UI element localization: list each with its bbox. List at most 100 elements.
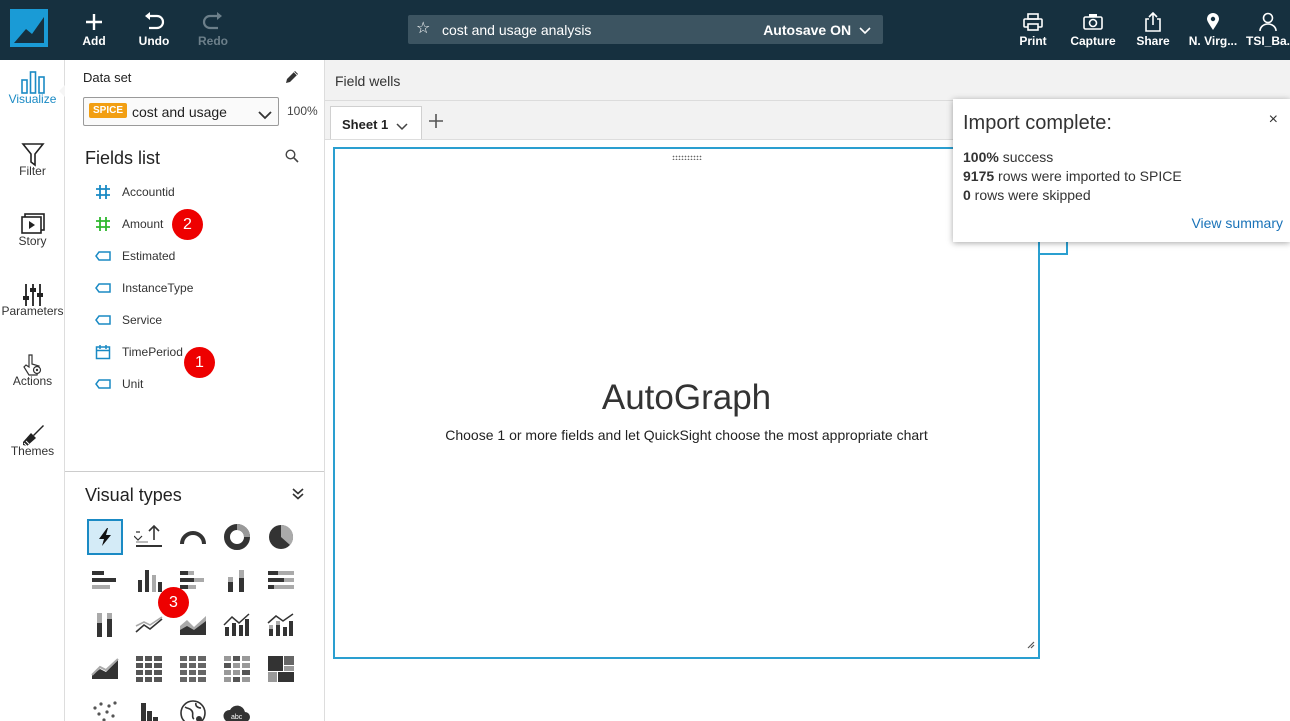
fields-list-title: Fields list (85, 148, 161, 168)
story-icon (0, 202, 65, 234)
add-label: Add (82, 34, 106, 48)
add-button[interactable]: Add (78, 8, 110, 54)
svg-text:abc: abc (231, 714, 243, 721)
nav-filter[interactable]: Filter (0, 132, 65, 198)
string-tag-icon (95, 312, 111, 331)
success-text: success (998, 149, 1054, 165)
region-button[interactable]: N. Virg... (1187, 8, 1239, 54)
visual-subtitle: Choose 1 or more fields and let QuickSig… (445, 427, 928, 443)
undo-label: Undo (138, 34, 170, 48)
nav-visualize-label: Visualize (8, 92, 57, 106)
field-name: Accountid (122, 185, 175, 199)
dataset-label: Data set (83, 70, 132, 85)
funnel-icon (0, 132, 65, 167)
nav-filter-label: Filter (19, 164, 46, 178)
nav-themes-label: Themes (10, 444, 55, 458)
field-name: Amount (122, 217, 164, 231)
field-name: TimePeriod (122, 345, 183, 359)
chevron-down-icon (859, 27, 871, 35)
string-tag-icon (95, 248, 111, 267)
tab-sheet-1[interactable]: Sheet 1 (330, 106, 422, 139)
undo-button[interactable]: Undo (136, 8, 172, 54)
scatter-icon[interactable] (87, 695, 123, 721)
toast-imported-line: 9175 rows were imported to SPICE (963, 168, 1182, 184)
string-tag-icon (95, 376, 111, 395)
success-percent: 100% (963, 149, 999, 165)
print-button[interactable]: Print (1017, 8, 1049, 54)
field-name: Estimated (122, 249, 176, 263)
add-sheet-button[interactable] (428, 111, 444, 133)
redo-icon (196, 8, 230, 34)
fields-panel: Data set SPICE cost and usage 100% Field… (65, 60, 325, 721)
user-button[interactable]: TSI_Ba... (1246, 8, 1290, 54)
print-label: Print (1019, 34, 1047, 48)
search-icon[interactable] (285, 149, 299, 168)
table-icon[interactable] (175, 651, 211, 687)
skipped-count: 0 (963, 187, 971, 203)
field-wells-label: Field wells (335, 73, 401, 89)
field-name: InstanceType (122, 281, 194, 295)
autograph-icon[interactable] (87, 519, 123, 555)
heat-map-icon[interactable] (219, 651, 255, 687)
pencil-icon[interactable] (285, 70, 299, 89)
annotation-marker-1: 1 (184, 347, 215, 378)
nav-story[interactable]: Story (0, 202, 65, 268)
capture-button[interactable]: Capture (1070, 8, 1116, 54)
gauge-icon[interactable] (175, 519, 211, 555)
combo-bar-line-icon[interactable] (219, 607, 255, 643)
tree-map-icon[interactable] (263, 651, 299, 687)
resize-grip-icon[interactable] (1026, 636, 1035, 654)
nav-parameters[interactable]: Parameters (0, 272, 65, 338)
stacked-area-icon[interactable] (87, 651, 123, 687)
calendar-icon (95, 344, 111, 363)
spice-usage-percent: 100% (287, 104, 318, 118)
printer-icon (1017, 8, 1049, 34)
star-icon[interactable]: ☆ (416, 20, 430, 38)
bar-chart-icon (0, 60, 65, 94)
pivot-table-icon[interactable] (131, 651, 167, 687)
donut-icon[interactable] (219, 519, 255, 555)
redo-button[interactable]: Redo (196, 8, 230, 54)
share-label: Share (1136, 34, 1170, 48)
chevron-down-icon (258, 107, 272, 125)
nav-visualize[interactable]: Visualize (0, 60, 66, 126)
histogram-icon[interactable] (131, 695, 167, 721)
chevron-down-icon (396, 118, 408, 136)
nav-story-label: Story (18, 234, 47, 248)
close-icon[interactable]: × (1269, 112, 1278, 128)
sheet-tab-label: Sheet 1 (342, 117, 389, 132)
region-label: N. Virg... (1188, 34, 1238, 48)
dataset-name: cost and usage (132, 104, 227, 120)
chevron-double-down-icon[interactable] (291, 487, 305, 505)
view-summary-link[interactable]: View summary (1191, 215, 1283, 231)
geo-map-icon[interactable] (175, 695, 211, 721)
pie-icon[interactable] (263, 519, 299, 555)
stacked-vertical-bar-icon[interactable] (219, 563, 255, 599)
nav-themes[interactable]: Themes (0, 412, 65, 478)
quicksight-logo-icon[interactable] (10, 9, 48, 47)
field-name: Service (122, 313, 163, 327)
pointer-gear-icon (0, 342, 65, 376)
analysis-title[interactable]: cost and usage analysis (442, 22, 591, 38)
sliders-icon (0, 272, 65, 306)
divider (65, 471, 324, 472)
kpi-icon[interactable] (131, 519, 167, 555)
top-toolbar: Add Undo Redo ☆ cost and usage analysis … (0, 0, 1290, 60)
autograph-visual[interactable]: AutoGraph Choose 1 or more fields and le… (333, 147, 1040, 659)
drag-handle-icon[interactable] (672, 155, 702, 160)
percent-vertical-bar-icon[interactable] (87, 607, 123, 643)
dataset-select[interactable]: SPICE cost and usage (83, 97, 279, 126)
annotation-marker-2: 2 (172, 209, 203, 240)
analysis-name-bar[interactable]: ☆ cost and usage analysis Autosave ON (408, 15, 883, 44)
toast-title: Import complete: (963, 112, 1112, 134)
nav-actions[interactable]: Actions (0, 342, 65, 408)
combo-stacked-line-icon[interactable] (263, 607, 299, 643)
horizontal-bar-icon[interactable] (87, 563, 123, 599)
percent-horizontal-bar-icon[interactable] (263, 563, 299, 599)
field-wells-bar[interactable]: Field wells (325, 60, 1290, 101)
word-cloud-icon[interactable]: abc (219, 695, 255, 721)
camera-icon (1070, 8, 1116, 34)
brush-icon (0, 412, 65, 447)
share-button[interactable]: Share (1135, 8, 1171, 54)
autosave-dropdown[interactable]: Autosave ON (763, 22, 871, 38)
